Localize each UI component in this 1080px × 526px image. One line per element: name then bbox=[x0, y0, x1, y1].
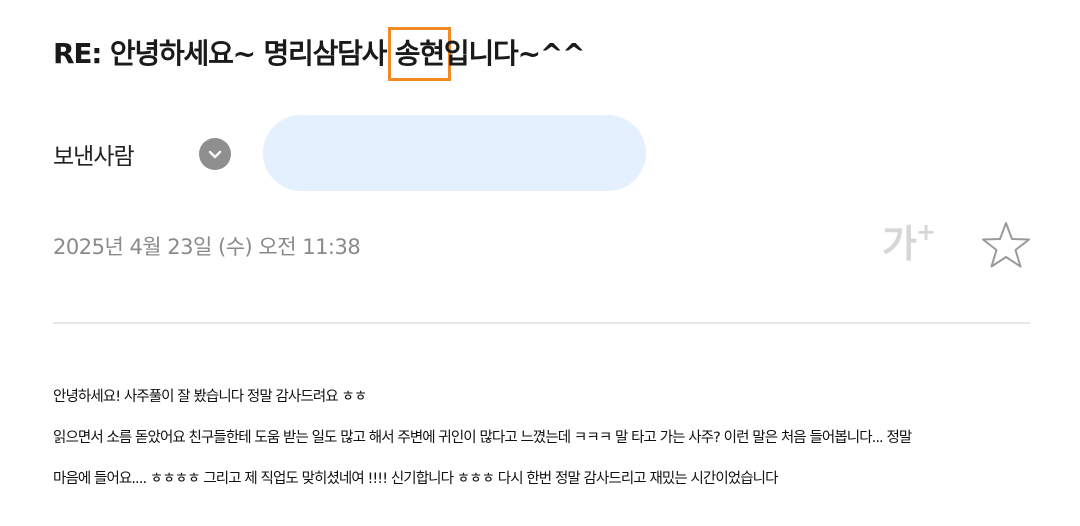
font-size-button[interactable]: 가 + bbox=[882, 218, 944, 270]
sender-label: 보낸사람 bbox=[53, 144, 135, 170]
subject-prefix: RE: 안녕하세요~ 명리삼담사 bbox=[53, 37, 395, 70]
mail-date: 2025년 4월 23일 (수) 오전 11:38 bbox=[53, 235, 361, 259]
mail-subject: RE: 안녕하세요~ 명리삼담사 송현입니다~^^ bbox=[53, 27, 586, 81]
sender-row: 보낸사람 bbox=[53, 115, 653, 191]
header-divider bbox=[53, 322, 1030, 324]
subject-highlight: 송현 bbox=[387, 27, 451, 81]
sender-address-chip[interactable] bbox=[263, 115, 646, 191]
body-line: 마음에 들어요.... ㅎㅎㅎㅎ 그리고 제 직업도 맞히셨네여 !!!! 신기… bbox=[53, 471, 778, 487]
subject-suffix: 입니다~^^ bbox=[443, 37, 586, 70]
star-outline-icon bbox=[982, 222, 1030, 268]
body-line: 읽으면서 소름 돋았어요 친구들한테 도움 받는 일도 많고 해서 주변에 귀인… bbox=[53, 430, 912, 446]
font-size-plus: + bbox=[915, 218, 937, 246]
mail-body: 안녕하세요! 사주풀이 잘 봤습니다 정말 감사드려요 ㅎㅎ 읽으면서 소름 돋… bbox=[53, 383, 1038, 506]
font-size-label: 가 bbox=[882, 222, 917, 266]
sender-expand-button[interactable] bbox=[199, 138, 231, 170]
body-line: 안녕하세요! 사주풀이 잘 봤습니다 정말 감사드려요 ㅎㅎ bbox=[53, 389, 367, 405]
star-button[interactable] bbox=[981, 220, 1031, 270]
chevron-down-icon bbox=[208, 150, 222, 158]
